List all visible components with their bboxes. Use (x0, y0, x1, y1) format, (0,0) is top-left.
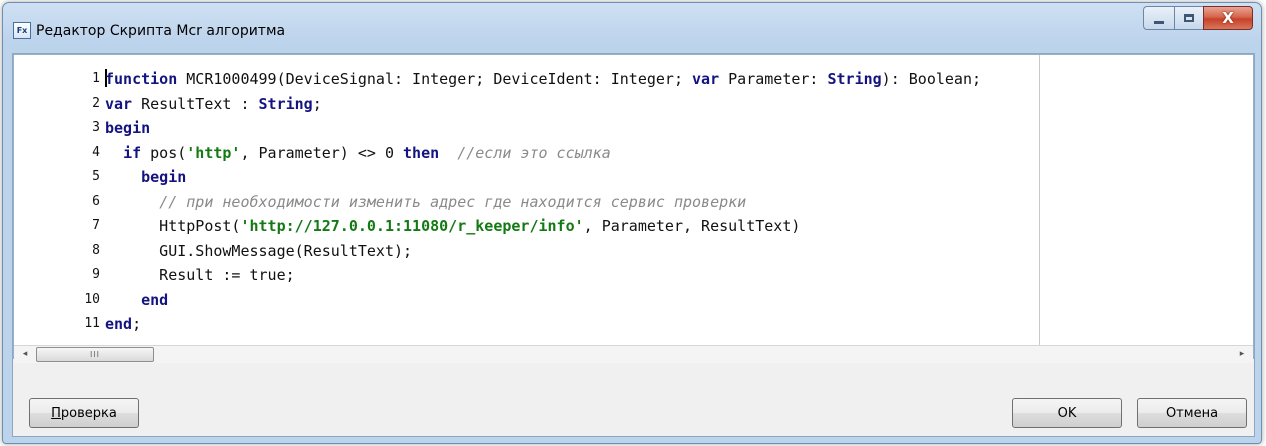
keyword-token: if (123, 143, 142, 162)
code-token: ): Boolean; (881, 70, 982, 88)
maximize-button[interactable] (1174, 6, 1203, 30)
line-number: 10 (84, 291, 100, 307)
code-text[interactable]: function MCR1000499(DeviceSignal: Intege… (105, 67, 981, 92)
code-token: , Parameter, ResultText) (583, 217, 801, 235)
code-token: ; (312, 94, 322, 113)
keyword-token: var (692, 70, 720, 88)
line-number: 11 (84, 316, 100, 331)
code-text[interactable]: begin (105, 116, 150, 141)
keyword-token: function (105, 70, 178, 88)
scroll-right-arrow-icon[interactable]: ▸ (1234, 347, 1250, 362)
check-button-label: роверка (60, 405, 117, 421)
ok-button[interactable]: OK (1012, 398, 1122, 428)
horizontal-scrollbar[interactable]: ◂ III ▸ (14, 345, 1253, 363)
code-editor[interactable]: 1 function MCR1000499(DeviceSignal: Integ… (13, 54, 1254, 363)
code-text[interactable]: HttpPost('http://127.0.0.1:11080/r_keepe… (105, 214, 800, 239)
code-text[interactable]: end; (105, 312, 141, 337)
minimize-button[interactable] (1143, 6, 1174, 30)
close-icon: X (1222, 9, 1234, 27)
keyword-token: String (827, 70, 882, 88)
line-number: 1 (92, 71, 100, 86)
keyword-token: String (258, 94, 313, 113)
line-number: 9 (92, 267, 100, 282)
line-number: 8 (92, 242, 100, 258)
code-text[interactable]: GUI.ShowMessage(ResultText); (105, 239, 412, 264)
code-token: GUI.ShowMessage(ResultText); (105, 241, 413, 260)
close-button[interactable]: X (1203, 6, 1253, 30)
scroll-left-arrow-icon[interactable]: ◂ (17, 347, 33, 362)
caption-buttons: X (1143, 6, 1253, 30)
line-number: 3 (92, 120, 100, 135)
window-title: Редактор Скрипта Mcr алгоритма (36, 23, 286, 39)
code-token: Parameter: (719, 70, 828, 88)
dialog-client-area: 1 function MCR1000499(DeviceSignal: Integ… (12, 53, 1255, 437)
script-editor-window: Fx Редактор Скрипта Mcr алгоритма X 1 fun… (2, 2, 1262, 444)
check-button-accelerator: П (51, 405, 61, 421)
comment-token: //если это ссылка (457, 143, 611, 162)
code-text[interactable]: var ResultText : String; (105, 92, 322, 117)
code-text[interactable]: end (105, 288, 168, 313)
check-button[interactable]: Проверка (29, 398, 139, 428)
code-token: ; (132, 315, 142, 333)
minimize-icon (1154, 20, 1164, 24)
right-margin-line (1039, 55, 1040, 355)
line-number: 2 (92, 95, 100, 111)
cancel-button[interactable]: Отмена (1137, 398, 1247, 428)
code-text[interactable]: begin (105, 165, 186, 190)
code-token: ResultText : (132, 94, 259, 113)
code-token: HttpPost( (105, 217, 241, 235)
line-number: 7 (92, 218, 100, 233)
string-token: 'http' (186, 143, 241, 162)
line-number: 5 (92, 169, 100, 184)
code-token: MCR1000499(DeviceSignal: Integer; Device… (177, 70, 693, 88)
line-number: 4 (92, 144, 100, 160)
code-token: pos( (141, 143, 187, 162)
app-script-icon: Fx (13, 22, 31, 39)
code-text[interactable]: Result := true; (105, 263, 295, 288)
keyword-token: then (403, 143, 440, 162)
title-bar[interactable]: Fx Редактор Скрипта Mcr алгоритма X (3, 3, 1261, 53)
keyword-token: end (141, 290, 169, 309)
code-token: Result := true; (105, 266, 295, 284)
line-number: 6 (92, 193, 100, 209)
string-token: 'http://127.0.0.1:11080/r_keeper/info' (240, 217, 584, 235)
code-token: , Parameter) <> 0 (240, 143, 404, 162)
keyword-token: begin (105, 119, 151, 137)
code-text[interactable]: // при необходимости изменить адрес где … (105, 190, 746, 215)
keyword-token: end (105, 315, 133, 333)
scroll-thumb[interactable]: III (36, 347, 154, 362)
code-text[interactable]: if pos('http', Parameter) <> 0 then //ес… (105, 141, 611, 166)
keyword-token: begin (141, 168, 187, 186)
keyword-token: var (105, 94, 133, 113)
comment-token: // при необходимости изменить адрес где … (159, 192, 747, 211)
maximize-icon (1184, 14, 1194, 22)
